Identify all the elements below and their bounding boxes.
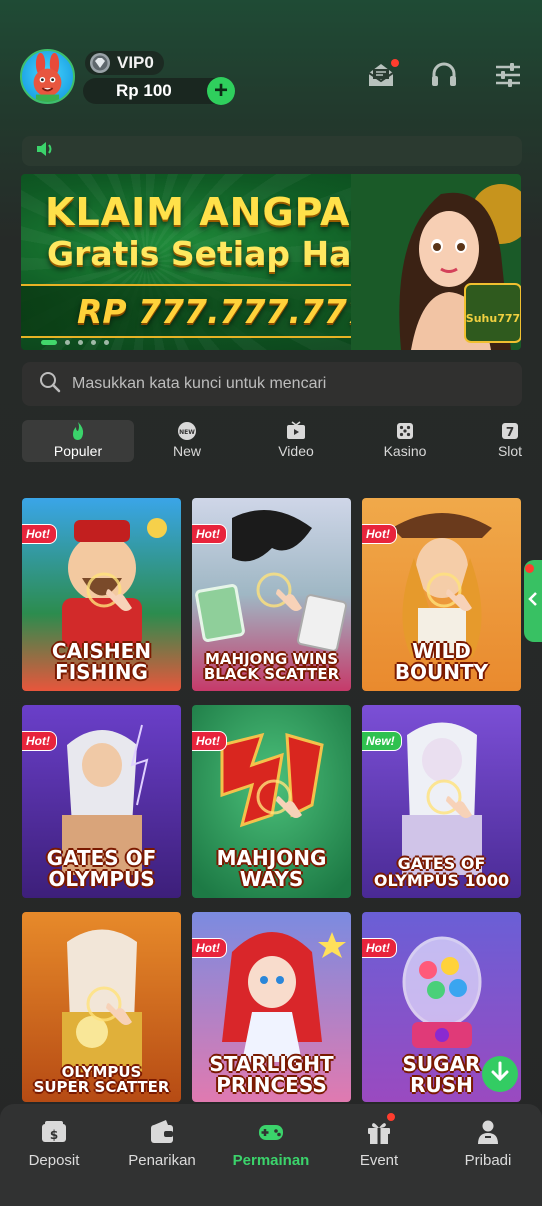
side-drawer-notification-dot [525,564,534,573]
banner-prize-amount: RP 777.777.777 [77,292,370,331]
game-card-starlight-princess[interactable]: Hot! STARLIGHT PRINCESS [192,912,351,1102]
gift-icon [365,1118,393,1146]
svg-text:7: 7 [506,425,514,439]
search-input[interactable] [72,375,522,393]
hot-badge: Hot! [362,938,397,958]
headset-icon[interactable] [429,60,459,90]
nav-label: Pribadi [464,1152,512,1169]
game-card-olympus-super-scatter[interactable]: OLYMPUS SUPER SCATTER [22,912,181,1102]
nav-event[interactable]: Event [325,1118,433,1169]
settings-sliders-icon[interactable] [493,60,523,90]
user-avatar[interactable] [20,49,75,104]
game-title: MAHJONG WAYS [216,846,327,891]
category-tabs: Populer NEW New Video Kasino 7 Slot [22,420,542,464]
nav-penarikan[interactable]: Penarikan [108,1118,216,1169]
game-card-mahjong-ways[interactable]: Hot! MAHJONG WAYS [192,705,351,898]
tab-label: Video [278,443,314,459]
search-icon [38,370,62,399]
tab-label: Slot [497,443,523,459]
hot-badge: Hot! [192,524,227,544]
tab-label: Kasino [383,443,427,459]
new-badge-icon: NEW [177,421,197,441]
tab-new[interactable]: NEW New [131,420,243,462]
game-card-wild-bounty[interactable]: Hot! WILD BOUNTY [362,498,521,691]
game-card-caishen-fishing[interactable]: Hot! CAISHEN FISHING [22,498,181,691]
tab-label: Populer [53,443,103,459]
chevron-left-icon [528,591,538,611]
tap-hand-icon [420,566,480,626]
nav-label: Permainan [232,1152,310,1169]
tab-label: New [172,443,201,459]
wallet-icon [148,1118,176,1146]
nav-label: Event [359,1152,399,1169]
tap-hand-icon [420,773,480,833]
banner-dot-5[interactable] [104,340,109,345]
nav-label: Deposit [28,1152,80,1169]
tab-kasino[interactable]: Kasino [349,420,461,462]
game-title: OLYMPUS SUPER SCATTER [33,1062,170,1097]
tap-hand-icon [80,980,140,1040]
hot-badge: Hot! [192,731,227,751]
hot-badge: Hot! [22,731,57,751]
person-icon [474,1118,502,1146]
tap-hand-icon [250,773,310,833]
game-card-mahjong-wins-black-scatter[interactable]: Hot! MAHJONG WINS BLACK SCATTER [192,498,351,691]
gamepad-icon [257,1118,285,1146]
game-title: MAHJONG WINS BLACK SCATTER [203,649,340,684]
banner-dot-3[interactable] [78,340,83,345]
banner-headline: KLAIM ANGPAO [45,190,384,234]
scroll-down-button[interactable] [482,1056,518,1092]
tap-hand-icon [250,566,310,626]
bottom-navigation: $ Deposit Penarikan Permainan Event Prib… [0,1104,542,1206]
event-notification-dot [387,1113,395,1121]
vip-gem-icon [89,52,111,74]
tab-populer[interactable]: Populer [22,420,134,462]
top-header: VIP0 Rp 100 + [0,0,542,130]
game-title: GATES OF OLYMPUS 1000 [373,854,510,891]
promo-banner[interactable]: KLAIM ANGPAO Gratis Setiap Hari RP 777.7… [21,174,521,350]
add-balance-button[interactable]: + [207,77,235,105]
game-title: WILD BOUNTY [394,639,489,684]
nav-deposit[interactable]: $ Deposit [0,1118,108,1169]
nav-permainan[interactable]: Permainan [217,1118,325,1169]
video-icon [286,421,306,441]
nav-pribadi[interactable]: Pribadi [434,1118,542,1169]
banner-dot-2[interactable] [65,340,70,345]
banner-subheadline: Gratis Setiap Hari [47,234,379,273]
hot-badge: Hot! [362,524,397,544]
balance-amount: Rp 100 [116,81,172,100]
banner-dot-1[interactable] [41,340,57,345]
game-title: CAISHEN FISHING [51,639,152,684]
nav-label: Penarikan [128,1152,196,1169]
game-card-gates-of-olympus[interactable]: Hot! GATES OF OLYMPUS [22,705,181,898]
banner-logo-text: Suhu777 [466,312,520,325]
dice-icon [395,421,415,441]
search-bar[interactable] [22,362,522,406]
banner-dot-4[interactable] [91,340,96,345]
slot-icon: 7 [500,421,520,441]
vip-level-badge[interactable]: VIP0 [85,51,164,75]
tab-video[interactable]: Video [240,420,352,462]
new-badge: New! [362,731,402,751]
game-title: GATES OF OLYMPUS [46,846,157,891]
game-card-gates-of-olympus-1000[interactable]: New! GATES OF OLYMPUS 1000 [362,705,521,898]
banner-character-illustration: Suhu777 [351,174,521,350]
tap-hand-icon [80,566,140,626]
vip-level-label: VIP0 [117,53,154,72]
hot-badge: Hot! [192,938,227,958]
banner-pagination[interactable] [41,340,109,345]
deposit-icon: $ [40,1118,68,1146]
svg-text:$: $ [50,1128,58,1142]
game-title: STARLIGHT PRINCESS [209,1052,334,1097]
arrow-down-icon [490,1061,510,1088]
hot-badge: Hot! [22,524,57,544]
balance-display[interactable]: Rp 100 + [83,77,235,105]
tab-slot[interactable]: 7 Slot [454,420,542,462]
announcement-bar[interactable] [22,136,522,166]
flame-icon [68,421,88,441]
speaker-icon [34,138,56,165]
svg-text:NEW: NEW [179,429,195,436]
mail-notification-dot [391,59,399,67]
